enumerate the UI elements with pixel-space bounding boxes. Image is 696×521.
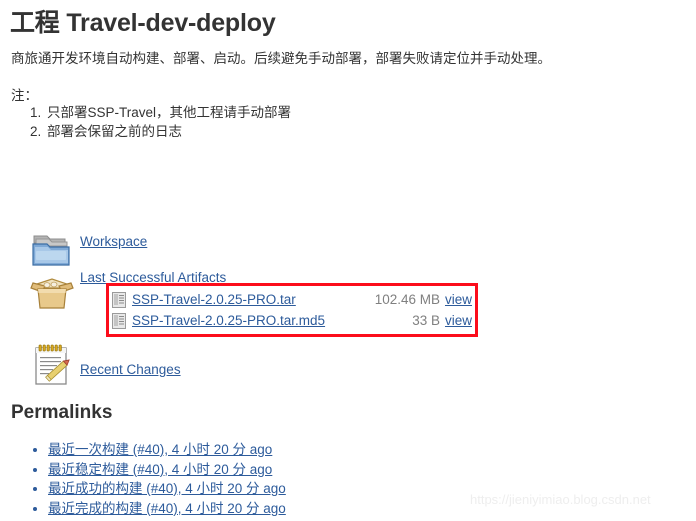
note-label: 注：: [11, 88, 38, 103]
artifact-view-link[interactable]: view: [445, 292, 472, 307]
permalink-last-successful-build[interactable]: 最近成功的构建 (#40), 4 小时 20 分 ago: [48, 481, 286, 496]
package-icon: [28, 270, 76, 318]
table-row[interactable]: SSP-Travel-2.0.25-PRO.tar 102.46 MB view: [112, 289, 472, 310]
permalinks-heading: Permalinks: [11, 402, 113, 423]
artifact-view-link[interactable]: view: [445, 313, 472, 328]
document-icon: [112, 291, 126, 308]
job-description: 商旅通开发环境自动构建、部署、启动。后续避免手动部署，部署失败请定位并手动处理。: [11, 51, 551, 66]
recent-changes-link-wrap[interactable]: Recent Changes: [80, 362, 181, 377]
note-number: 2.: [30, 124, 42, 139]
list-item[interactable]: 最近完成的构建 (#40), 4 小时 20 分 ago: [48, 499, 286, 519]
artifact-table: SSP-Travel-2.0.25-PRO.tar 102.46 MB view…: [112, 289, 472, 331]
permalinks-list: 最近一次构建 (#40), 4 小时 20 分 ago 最近稳定构建 (#40)…: [30, 440, 286, 518]
watermark-text: https://jieniyimiao.blog.csdn.net: [470, 492, 651, 507]
workspace-link[interactable]: Workspace: [80, 234, 147, 249]
artifact-view-cell[interactable]: view: [440, 289, 472, 310]
artifact-file-icon-cell: [112, 310, 132, 331]
note-list: 1. 只部署SSP-Travel，其他工程请手动部署 2. 部署会保留之前的日志: [30, 103, 291, 141]
recent-changes-link[interactable]: Recent Changes: [80, 362, 181, 377]
artifact-size-cell: 102.46 MB: [374, 292, 440, 307]
artifact-file-link[interactable]: SSP-Travel-2.0.25-PRO.tar.md5: [132, 313, 325, 328]
note-text: 只部署SSP-Travel，其他工程请手动部署: [47, 105, 292, 120]
folder-icon: [28, 226, 76, 274]
page-title: 工程 Travel-dev-deploy: [10, 9, 276, 37]
note-number: 1.: [30, 105, 42, 120]
artifact-name-cell[interactable]: SSP-Travel-2.0.25-PRO.tar.md5: [132, 310, 362, 331]
list-item[interactable]: 最近稳定构建 (#40), 4 小时 20 分 ago: [48, 460, 286, 480]
permalink-last-build[interactable]: 最近一次构建 (#40), 4 小时 20 分 ago: [48, 442, 272, 457]
artifact-name-cell[interactable]: SSP-Travel-2.0.25-PRO.tar: [132, 289, 362, 310]
list-item[interactable]: 最近一次构建 (#40), 4 小时 20 分 ago: [48, 440, 286, 460]
document-icon: [112, 312, 126, 329]
note-item: 2. 部署会保留之前的日志: [30, 122, 291, 141]
artifact-file-link[interactable]: SSP-Travel-2.0.25-PRO.tar: [132, 292, 296, 307]
workspace-link-wrap[interactable]: Workspace: [80, 234, 147, 249]
note-text: 部署会保留之前的日志: [47, 124, 182, 139]
note-item: 1. 只部署SSP-Travel，其他工程请手动部署: [30, 103, 291, 122]
table-row[interactable]: SSP-Travel-2.0.25-PRO.tar.md5 33 B view: [112, 310, 472, 331]
permalink-last-stable-build[interactable]: 最近稳定构建 (#40), 4 小时 20 分 ago: [48, 462, 272, 477]
notepad-pencil-icon: [28, 340, 76, 388]
permalink-last-completed-build[interactable]: 最近完成的构建 (#40), 4 小时 20 分 ago: [48, 501, 286, 516]
list-item[interactable]: 最近成功的构建 (#40), 4 小时 20 分 ago: [48, 479, 286, 499]
artifact-file-icon-cell: [112, 289, 132, 310]
artifact-size-cell: 33 B: [412, 313, 440, 328]
artifact-view-cell[interactable]: view: [440, 310, 472, 331]
